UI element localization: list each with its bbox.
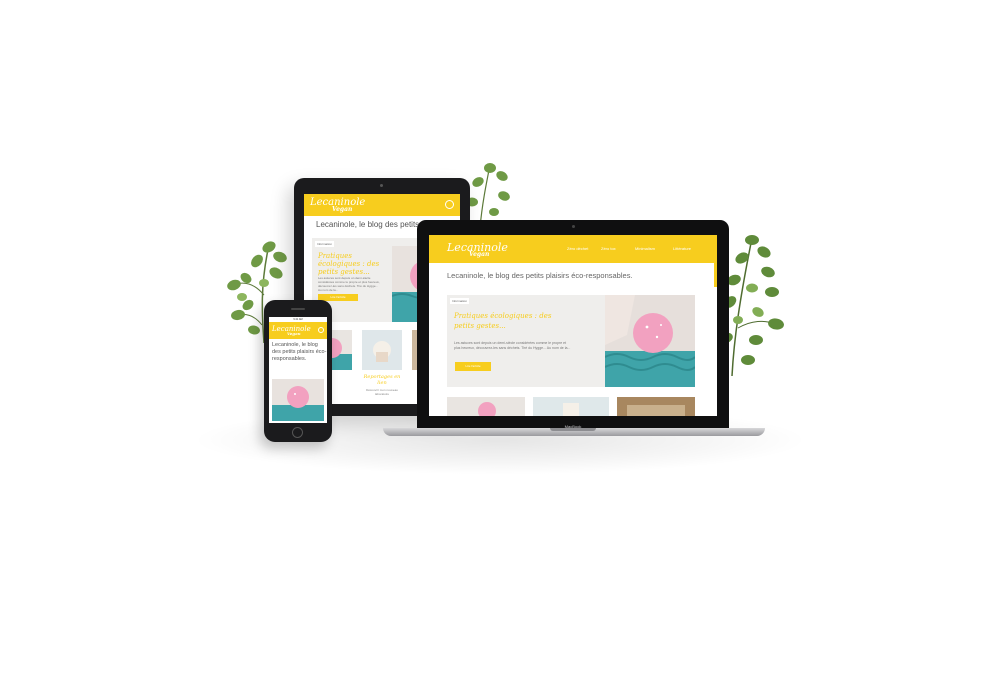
tablet-card-subtext: Découvrir mon nouveau laboratoire: [366, 388, 398, 396]
nav-item-zero-tox[interactable]: Zéro tox: [601, 246, 616, 251]
laptop-device: Lecaninole Vegan Zéro déchet Zéro tox Mi…: [417, 220, 729, 428]
laptop-read-button[interactable]: Lire l'article: [455, 362, 491, 371]
nav-item-litterature[interactable]: Littérature: [673, 246, 691, 251]
phone-menu-icon[interactable]: [318, 327, 324, 333]
laptop-screen: Lecaninole Vegan Zéro déchet Zéro tox Mi…: [429, 235, 717, 416]
phone-device: 9:41 AM Lecaninole Vegan Lecaninole, le …: [264, 300, 332, 442]
laptop-camera: [572, 225, 575, 228]
laptop-site-logo-sub: Vegan: [469, 251, 490, 258]
tablet-site-header: Lecaninole Vegan: [304, 194, 460, 216]
tablet-thumb-2[interactable]: [362, 330, 402, 370]
laptop-card-photo: [605, 295, 695, 387]
phone-home-button[interactable]: [292, 427, 303, 438]
nav-item-minimalism[interactable]: Minimalism: [635, 246, 655, 251]
laptop-brand-label: MacBook: [564, 424, 582, 429]
laptop-card-excerpt: Les astuces sont depuis un demi-siècle c…: [454, 341, 571, 350]
tablet-card-excerpt: Les astuces sont depuis un demi-siècle c…: [318, 276, 380, 292]
phone-speaker: [291, 308, 305, 310]
laptop-site-header: Lecaninole Vegan Zéro déchet Zéro tox Mi…: [429, 235, 717, 263]
tablet-camera: [380, 184, 383, 187]
nav-item-zero-dechet[interactable]: Zéro déchet: [567, 246, 588, 251]
phone-site-logo-sub: Vegan: [287, 331, 301, 336]
tablet-card-tag: Information: [315, 241, 335, 247]
phone-screen: 9:41 AM Lecaninole Vegan Lecaninole, le …: [269, 317, 327, 423]
tablet-card-subtitle[interactable]: Reportages en lien: [362, 374, 402, 386]
tablet-site-logo-sub: Vegan: [332, 206, 353, 213]
phone-site-header: Lecaninole Vegan: [269, 322, 327, 339]
laptop-tagline: Lecaninole, le blog des petits plaisirs …: [447, 271, 633, 280]
laptop-featured-card[interactable]: Information Pratiques écologiques : des …: [447, 295, 605, 387]
laptop-thumb-2[interactable]: [533, 397, 609, 416]
phone-tagline: Lecaninole, le blog des petits plaisirs …: [272, 342, 327, 362]
menu-icon[interactable]: [445, 200, 454, 209]
device-mockup-scene: Lecaninole Vegan Lecaninole, le blog des…: [0, 0, 1000, 680]
laptop-thumb-3[interactable]: [617, 397, 695, 416]
scrollbar-thumb[interactable]: [714, 263, 717, 287]
laptop-card-title[interactable]: Pratiques écologiques : des petits geste…: [454, 311, 564, 331]
tablet-card-title[interactable]: Pratiques écologiques : des petits geste…: [318, 252, 388, 276]
laptop-thumb-1[interactable]: [447, 397, 525, 416]
phone-card-photo[interactable]: [272, 379, 324, 421]
laptop-card-tag: Information: [450, 298, 470, 304]
